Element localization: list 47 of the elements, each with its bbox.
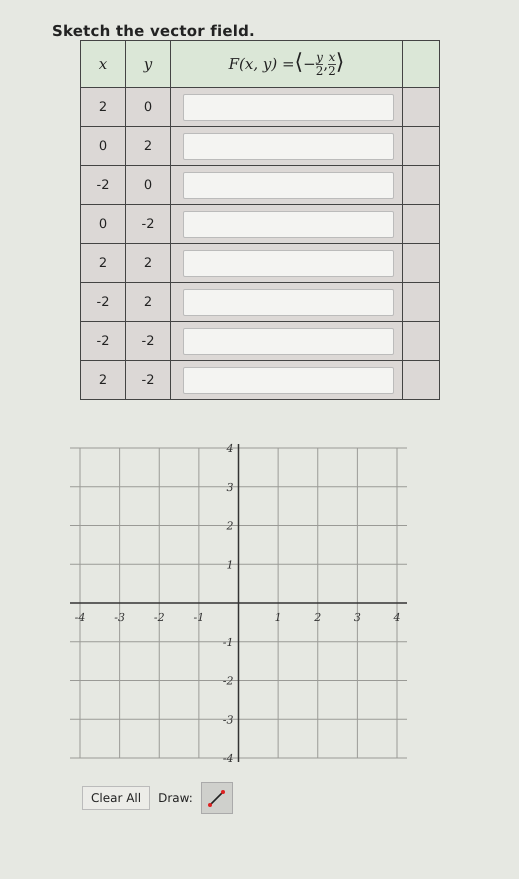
table-cell: 2	[126, 126, 170, 166]
answer-field[interactable]	[183, 132, 394, 160]
arrow-tool-button[interactable]	[200, 782, 233, 814]
tick-label: -2	[154, 611, 165, 624]
tick-label: -1	[194, 611, 204, 624]
answer-field[interactable]	[183, 210, 394, 238]
table-cell: -2	[126, 360, 170, 400]
tick-label: 2	[226, 520, 234, 532]
table-cell: -2	[126, 322, 170, 360]
tick-label: -3	[222, 713, 234, 726]
table-cell: -2	[80, 282, 126, 322]
answer-field[interactable]	[183, 250, 394, 276]
table-cell: 0	[126, 166, 170, 204]
table-cell: 2	[126, 244, 170, 282]
table-cell: 2	[80, 360, 126, 400]
tick-label: 4	[394, 611, 400, 624]
table-cell: 0	[80, 204, 126, 244]
answer-field[interactable]	[183, 288, 394, 316]
table-cell: 2	[80, 88, 126, 126]
draw-label: Draw:	[158, 791, 193, 805]
tick-label: 3	[226, 480, 234, 494]
column-header: y	[126, 40, 170, 88]
tick-label: -3	[114, 611, 125, 624]
tick-label: -4	[74, 611, 86, 624]
tick-label: 4	[226, 442, 234, 455]
tick-label: 2	[314, 611, 322, 624]
table-cell: 2	[80, 244, 126, 282]
table-cell: -2	[126, 204, 170, 244]
tick-label: 3	[354, 611, 361, 624]
table-cell: -2	[80, 166, 126, 204]
answer-field[interactable]	[183, 94, 394, 120]
tick-label: 1	[274, 611, 282, 624]
column-header: x	[80, 40, 126, 88]
tick-label: -2	[222, 674, 234, 688]
table-cell: 2	[126, 282, 170, 322]
tick-label: -1	[222, 636, 234, 649]
coordinate-grid[interactable]: -4 -3 -2 -1 1 2 3 4 4 3 2 1 -1 -2 -3 -4	[66, 438, 411, 768]
tick-label: 1	[226, 558, 234, 572]
table-cell: 0	[80, 126, 126, 166]
table-cell: -2	[80, 322, 126, 360]
answer-field[interactable]	[183, 328, 394, 354]
tick-label: -4	[222, 752, 234, 765]
table-cell: 0	[126, 88, 170, 126]
answer-field[interactable]	[183, 172, 394, 198]
clear-all-button[interactable]: Clear All	[82, 786, 150, 810]
answer-field[interactable]	[183, 366, 394, 394]
instruction-text: Sketch the vector field.	[52, 22, 256, 40]
